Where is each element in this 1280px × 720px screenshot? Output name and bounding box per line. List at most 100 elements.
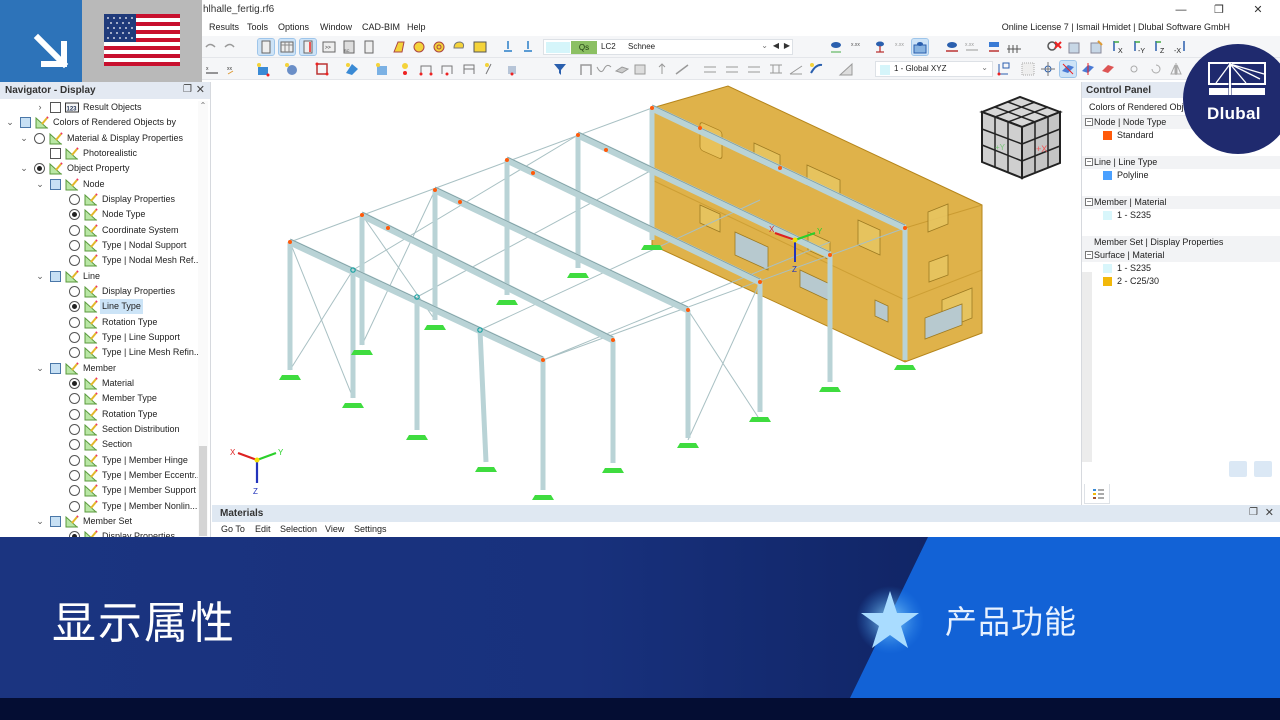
legend-section-header[interactable]: − Member | Material: [1082, 196, 1280, 209]
clipping-box-icon[interactable]: [1080, 61, 1096, 77]
us-flag-icon[interactable]: [104, 14, 180, 66]
navigator-item[interactable]: ⌄ Member: [0, 361, 197, 376]
color-scale-settings-icon[interactable]: [1229, 461, 1248, 477]
navigator-item[interactable]: ⌄ Object Property: [0, 161, 197, 176]
radio-button[interactable]: [69, 209, 80, 221]
view-cube[interactable]: +X +Y: [979, 95, 1063, 180]
checkbox[interactable]: [50, 147, 61, 159]
redo-button[interactable]: [222, 39, 238, 55]
new-box-icon[interactable]: [374, 61, 390, 77]
chevron-down-icon[interactable]: ⌄: [19, 163, 29, 174]
new-member-icon[interactable]: [418, 61, 434, 77]
menu-tools[interactable]: Tools: [247, 22, 268, 32]
chevron-down-icon[interactable]: ⌄: [35, 179, 45, 190]
radio-button[interactable]: [69, 285, 80, 297]
menu-window[interactable]: Window: [320, 22, 352, 32]
radio-button[interactable]: [34, 132, 45, 144]
legend-section-header[interactable]: − Surface | Material: [1082, 249, 1280, 262]
navigator-item[interactable]: Type | Member Nonlin...: [0, 499, 197, 514]
coordinate-system-combo[interactable]: 1 - Global XYZ ⌄: [875, 61, 993, 77]
materials-menu-edit[interactable]: Edit: [255, 524, 271, 534]
snap-icon[interactable]: [1040, 61, 1056, 77]
materials-menu-selection[interactable]: Selection: [280, 524, 317, 534]
color-legend-tab[interactable]: [1084, 484, 1110, 504]
select-ring-icon[interactable]: [431, 39, 447, 55]
checkbox[interactable]: [50, 178, 61, 190]
rotate-icon[interactable]: [1148, 61, 1164, 77]
navigator-item[interactable]: Material: [0, 376, 197, 391]
clipping-off-icon[interactable]: [1100, 61, 1116, 77]
view-z-icon[interactable]: Z: [1152, 39, 1168, 55]
chevron-down-icon[interactable]: ⌄: [761, 41, 768, 50]
navigator-item[interactable]: Type | Member Eccentr...: [0, 468, 202, 483]
new-member-set-icon[interactable]: [439, 61, 455, 77]
float-panel-icon[interactable]: ❐: [1249, 507, 1258, 518]
radio-button[interactable]: [69, 316, 80, 328]
checkbox[interactable]: [50, 362, 61, 374]
radio-button[interactable]: [69, 408, 80, 420]
radio-button[interactable]: [69, 454, 80, 466]
new-node-icon[interactable]: [397, 61, 413, 77]
structure-model[interactable]: X Y Z X Y Z +X +Y: [212, 80, 1080, 505]
filter-funnel-icon[interactable]: [552, 61, 568, 77]
scrollbar-thumb[interactable]: [199, 446, 207, 536]
navigator-item[interactable]: Type | Line Support: [0, 330, 197, 345]
select-surface-icon[interactable]: [391, 39, 407, 55]
navigator-item[interactable]: › 123 Result Objects: [0, 100, 197, 115]
support-display-2-icon[interactable]: [724, 61, 740, 77]
navigator-item[interactable]: Section: [0, 437, 197, 452]
navigator-item[interactable]: Coordinate System: [0, 223, 197, 238]
display-load-icon[interactable]: [986, 39, 1002, 55]
select-window-icon[interactable]: [472, 39, 488, 55]
node-display-icon[interactable]: [654, 61, 670, 77]
radio-button[interactable]: [69, 331, 80, 343]
console-icon[interactable]: >>: [321, 39, 337, 55]
legend-section-header[interactable]: − Line | Line Type: [1082, 156, 1280, 169]
navigator-item[interactable]: Type | Line Mesh Refin...: [0, 345, 201, 360]
close-icon[interactable]: ✕: [196, 83, 205, 96]
select-solid-icon[interactable]: [411, 39, 427, 55]
undo-button[interactable]: [202, 39, 218, 55]
radio-button[interactable]: [69, 500, 80, 512]
panel-toggle-icon[interactable]: [299, 38, 317, 56]
coordinate-system-icon[interactable]: [995, 61, 1011, 77]
3d-viewport[interactable]: X Y Z X Y Z +X +Y: [212, 80, 1080, 505]
navigator-item[interactable]: Display Properties: [0, 192, 197, 207]
new-frame-icon[interactable]: [461, 61, 477, 77]
new-line-support-icon[interactable]: [483, 61, 499, 77]
navigator-scrollbar[interactable]: ⌃: [198, 101, 208, 537]
menu-cad-bim[interactable]: CAD-BIM: [362, 22, 400, 32]
navigator-item[interactable]: Display Properties: [0, 529, 197, 537]
radio-button[interactable]: [69, 469, 80, 481]
radio-button[interactable]: [69, 193, 80, 205]
restore-button[interactable]: ❐: [1208, 2, 1230, 18]
show-eye-icon[interactable]: [828, 39, 844, 55]
menu-results[interactable]: Results: [209, 22, 239, 32]
navigator-item[interactable]: Member Type: [0, 391, 197, 406]
support-display-1-icon[interactable]: [702, 61, 718, 77]
load-display-icon[interactable]: [872, 39, 888, 55]
deselect-icon[interactable]: [1046, 39, 1062, 55]
report-icon[interactable]: [361, 39, 377, 55]
navigator-toggle-icon[interactable]: [257, 38, 275, 56]
new-surface-icon[interactable]: [255, 61, 271, 77]
frame-display-icon[interactable]: [578, 61, 594, 77]
next-load-case-icon[interactable]: ▶: [784, 41, 790, 50]
chevron-down-icon[interactable]: ⌄: [5, 117, 15, 128]
navigator-item[interactable]: ⌄ Node: [0, 177, 197, 192]
navigator-item[interactable]: Type | Member Support: [0, 483, 197, 498]
new-solid-icon[interactable]: [283, 61, 299, 77]
navigator-item[interactable]: Type | Nodal Support: [0, 238, 197, 253]
link-icon[interactable]: [1128, 61, 1144, 77]
navigator-item[interactable]: Section Distribution: [0, 422, 197, 437]
section-cut-icon[interactable]: [1006, 39, 1022, 55]
minimize-button[interactable]: —: [1170, 2, 1192, 18]
navigator-item[interactable]: Display Properties: [0, 284, 197, 299]
float-panel-icon[interactable]: ❐: [183, 84, 192, 95]
solid-display-icon[interactable]: [632, 61, 648, 77]
navigator-item[interactable]: Type | Member Hinge: [0, 453, 197, 468]
surface-display-icon[interactable]: [614, 61, 630, 77]
dimension-xx-icon[interactable]: xx: [226, 61, 242, 77]
radio-button[interactable]: [69, 347, 80, 359]
navigator-item[interactable]: ⌄ Member Set: [0, 514, 197, 529]
